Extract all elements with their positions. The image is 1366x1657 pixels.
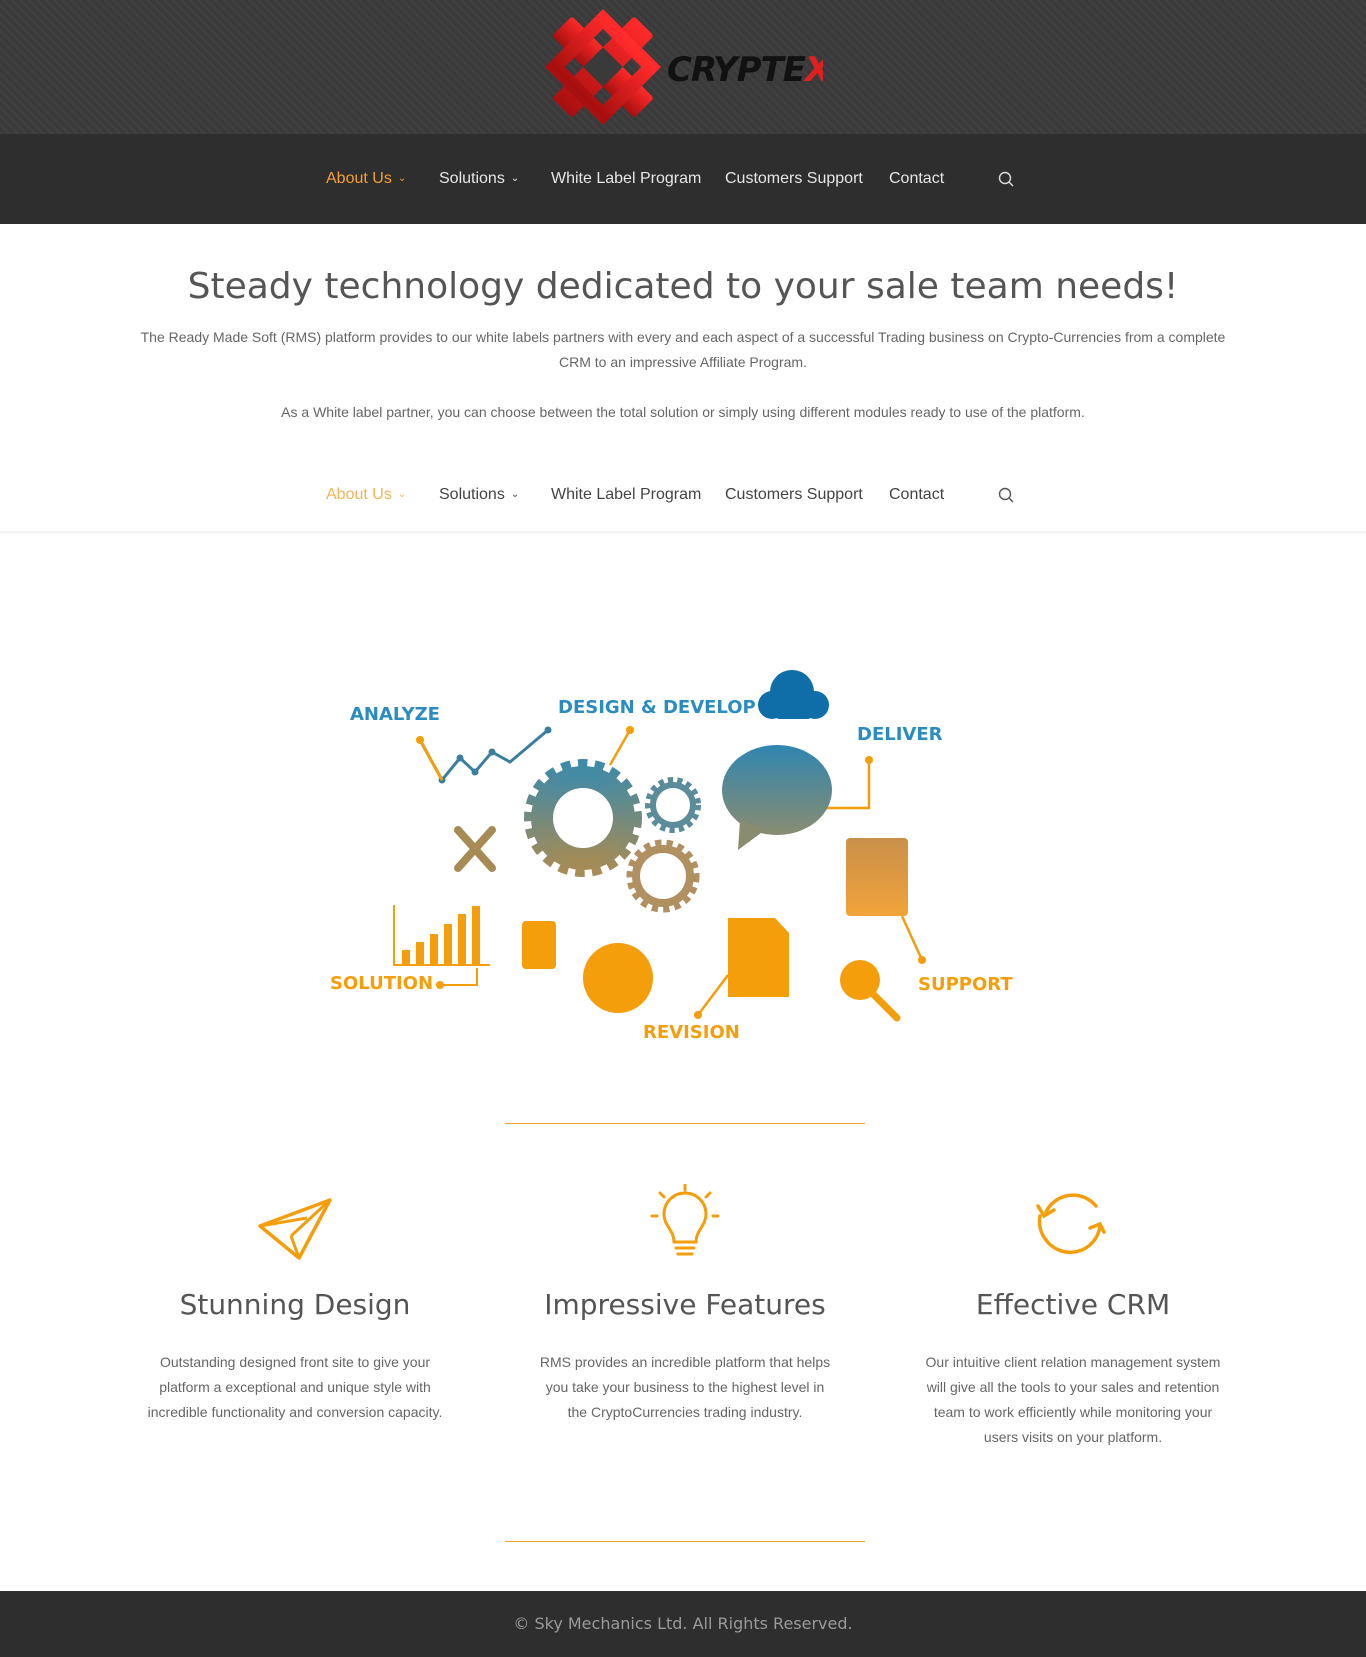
cryptex-logo[interactable]: CRYPTEX bbox=[543, 5, 823, 133]
nav-item-customers-support[interactable]: Customers Support bbox=[725, 486, 863, 504]
intro-paragraph-2: As a White label partner, you can choose… bbox=[281, 404, 1085, 420]
bar-chart-icon bbox=[393, 905, 490, 966]
lightbulb-icon bbox=[650, 1184, 720, 1256]
page-title: Steady technology dedicated to your sale… bbox=[187, 266, 1179, 307]
feature-title: Impressive Features bbox=[544, 1288, 826, 1321]
nav-shadow bbox=[0, 531, 1366, 535]
gear-icon bbox=[626, 839, 700, 913]
feature-impressive-features: Impressive Features RMS provides an incr… bbox=[525, 1180, 845, 1440]
tablet-icon bbox=[846, 838, 908, 916]
feature-description: Our intuitive client relation management… bbox=[925, 1354, 1221, 1445]
main-navbar: About Us ⌄ Solutions ⌄ White Label Program… bbox=[0, 134, 1366, 224]
nav-item-about-us[interactable]: About Us ⌄ bbox=[326, 170, 406, 188]
secondary-nav: About Us ⌄ Solutions ⌄ White Label Program… bbox=[0, 450, 1366, 540]
section-divider bbox=[505, 1541, 865, 1542]
intro-paragraph: The Ready Made Soft (RMS) platform provi… bbox=[140, 329, 1226, 370]
feature-description: RMS provides an incredible platform that… bbox=[539, 1354, 831, 1420]
nav-item-about-us[interactable]: About Us ⌄ bbox=[326, 486, 406, 504]
copyright-text: © Sky Mechanics Ltd. All Rights Reserved… bbox=[513, 1614, 853, 1633]
paper-plane-icon bbox=[258, 1198, 332, 1260]
nav-item-solutions[interactable]: Solutions ⌄ bbox=[439, 170, 519, 188]
document-icon bbox=[728, 918, 789, 997]
nav-item-contact[interactable]: Contact bbox=[889, 170, 944, 188]
feature-title: Effective CRM bbox=[975, 1288, 1171, 1321]
circle-shape bbox=[583, 943, 653, 1013]
chevron-down-icon: ⌄ bbox=[397, 489, 407, 500]
nav-item-contact[interactable]: Contact bbox=[889, 486, 944, 504]
label-support: SUPPORT bbox=[918, 974, 1013, 995]
nav-item-customers-support[interactable]: Customers Support bbox=[725, 170, 863, 188]
label-deliver: DELIVER bbox=[857, 724, 943, 745]
footer: © Sky Mechanics Ltd. All Rights Reserved… bbox=[0, 1591, 1366, 1657]
feature-effective-crm: Effective CRM Our intuitive client relat… bbox=[913, 1180, 1233, 1445]
nav-item-white-label-program[interactable]: White Label Program bbox=[551, 486, 701, 504]
cloud-icon bbox=[758, 670, 829, 719]
phone-icon bbox=[522, 921, 556, 969]
gear-icon bbox=[645, 777, 701, 833]
refresh-icon bbox=[1036, 1193, 1106, 1255]
magnifier-icon bbox=[840, 960, 901, 1022]
chevron-down-icon: ⌄ bbox=[510, 489, 520, 500]
header-top-bar: CRYPTEX bbox=[0, 0, 1366, 134]
label-design-develop: DESIGN & DEVELOP bbox=[558, 697, 756, 718]
label-solution: SOLUTION bbox=[330, 973, 433, 994]
chevron-down-icon: ⌄ bbox=[397, 173, 407, 184]
nav-item-white-label-program[interactable]: White Label Program bbox=[551, 170, 701, 188]
label-analyze: ANALYZE bbox=[350, 704, 440, 725]
search-icon[interactable] bbox=[997, 486, 1015, 504]
section-divider bbox=[505, 1123, 865, 1124]
search-icon[interactable] bbox=[997, 170, 1015, 188]
nav-item-label: About Us bbox=[326, 170, 392, 187]
feature-title: Stunning Design bbox=[179, 1288, 411, 1321]
gear-icon bbox=[524, 759, 642, 877]
feature-description: Outstanding designed front site to give … bbox=[147, 1354, 443, 1420]
nav-item-label: Solutions bbox=[439, 170, 505, 187]
tools-icon bbox=[454, 826, 496, 872]
feature-stunning-design: Stunning Design Outstanding designed fro… bbox=[135, 1180, 455, 1440]
chevron-down-icon: ⌄ bbox=[510, 173, 520, 184]
nav-item-solutions[interactable]: Solutions ⌄ bbox=[439, 486, 519, 504]
process-illustration: ANALYZE DESIGN & DEVELOP DELIVER SUPPORT… bbox=[330, 670, 1013, 1043]
label-revision: REVISION bbox=[643, 1022, 740, 1043]
chat-bubble-icon bbox=[722, 745, 832, 850]
logo-text: CRYPTEX bbox=[667, 50, 823, 90]
nav-item-label: Solutions bbox=[439, 486, 505, 503]
nav-item-label: About Us bbox=[326, 486, 392, 503]
main-nav: About Us ⌄ Solutions ⌄ White Label Program… bbox=[0, 134, 1366, 224]
